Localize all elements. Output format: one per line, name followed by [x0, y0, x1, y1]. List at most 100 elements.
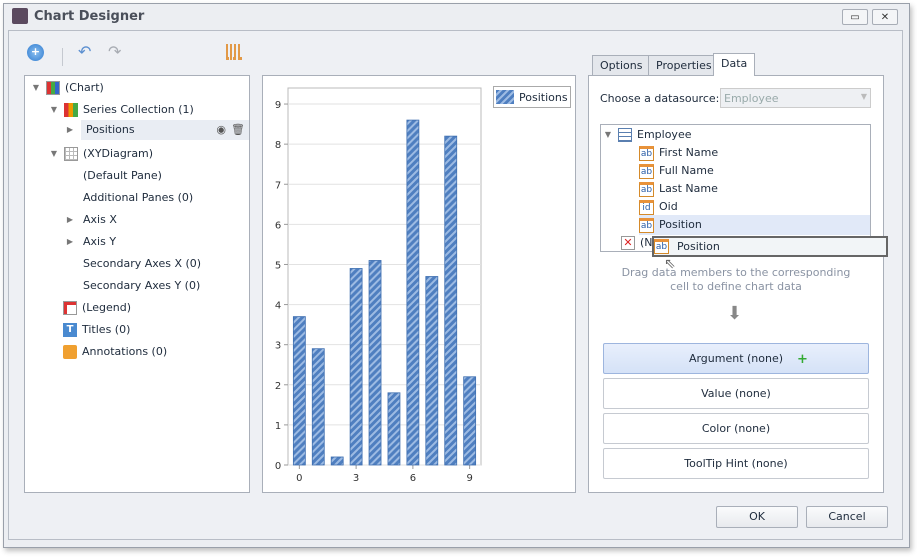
collapse-arrow-icon[interactable]: ▶ — [65, 232, 75, 252]
tree-item-series-positions[interactable]: ▶ Positions ◉ 🗑 — [67, 120, 249, 140]
app-logo-icon — [12, 8, 28, 24]
tree-item-additional-panes[interactable]: Additional Panes (0) — [83, 188, 193, 208]
y-tick-label: 0 — [275, 461, 281, 472]
y-tick-label: 8 — [275, 140, 281, 151]
bar — [311, 348, 325, 466]
tree-item-annotations[interactable]: Annotations (0) — [63, 342, 167, 362]
tree-item-legend[interactable]: (Legend) — [63, 298, 131, 318]
series-collection-icon — [64, 103, 78, 117]
field-first-name[interactable]: ab First Name — [639, 143, 718, 163]
bar — [349, 268, 363, 466]
tree-item-xydiagram[interactable]: ▼ (XYDiagram) — [49, 144, 153, 164]
tree-item-employee[interactable]: ▼ Employee — [603, 125, 691, 145]
y-tick-label: 9 — [275, 100, 281, 111]
string-field-icon: ab — [639, 145, 654, 161]
y-tick-label: 6 — [275, 220, 281, 231]
legend-label: Positions — [519, 90, 568, 104]
window-title: Chart Designer — [34, 8, 145, 24]
close-button[interactable]: ✕ — [872, 9, 898, 25]
mouse-cursor-icon: ⇖ — [664, 256, 676, 272]
expand-arrow-icon[interactable]: ▼ — [49, 100, 59, 120]
argument-cell[interactable]: Argument (none) — [603, 343, 869, 374]
visibility-eye-icon[interactable]: ◉ — [216, 120, 226, 140]
tree-item-secondary-axes-y[interactable]: Secondary Axes Y (0) — [83, 276, 200, 296]
tree-item-series-collection[interactable]: ▼ Series Collection (1) — [49, 100, 194, 120]
tree-item-chart[interactable]: ▼ (Chart) — [31, 78, 104, 98]
chart-legend: Positions — [493, 86, 571, 108]
table-icon — [618, 128, 632, 142]
bar — [425, 276, 439, 466]
legend-icon — [63, 301, 77, 315]
id-field-icon: id — [639, 199, 654, 215]
tree-item-secondary-axes-x[interactable]: Secondary Axes X (0) — [83, 254, 201, 274]
titles-icon: T — [63, 323, 77, 337]
add-icon[interactable]: + — [27, 44, 44, 61]
chart-elements-tree: ▼ (Chart) ▼ Series Collection (1) ▶ Positio… — [24, 75, 250, 493]
datasource-combobox[interactable]: Employee ▼ — [720, 88, 871, 108]
value-cell[interactable]: Value (none) — [603, 378, 869, 409]
string-field-icon: ab — [639, 181, 654, 197]
bar — [444, 135, 458, 466]
tooltip-hint-cell[interactable]: ToolTip Hint (none) — [603, 448, 869, 479]
minimize-button[interactable]: ▭ — [842, 9, 868, 25]
field-full-name[interactable]: ab Full Name — [639, 161, 714, 181]
field-position[interactable]: ab Position — [639, 215, 870, 235]
expand-arrow-icon[interactable]: ▼ — [49, 144, 59, 164]
legend-swatch — [496, 90, 514, 104]
x-tick-label: 3 — [353, 473, 359, 484]
y-tick-label: 3 — [275, 341, 281, 352]
chart-preview: 0 1 2 3 4 5 6 7 8 9 0 3 6 9 Positions — [262, 75, 576, 493]
bar — [292, 316, 306, 466]
tree-item-axis-x[interactable]: ▶ Axis X — [65, 210, 117, 230]
bar — [330, 456, 344, 466]
y-tick-label: 5 — [275, 260, 281, 271]
chart-icon — [46, 81, 60, 95]
datasource-label: Choose a datasource: — [600, 92, 720, 105]
drag-hint: Drag data members to the corresponding c… — [621, 266, 851, 293]
x-tick-label: 0 — [296, 473, 302, 484]
title-bar: Chart Designer — [12, 8, 144, 24]
bar-chart: 0 1 2 3 4 5 6 7 8 9 0 3 6 9 — [275, 87, 482, 484]
tab-options[interactable]: Options — [592, 55, 651, 76]
color-cell[interactable]: Color (none) — [603, 413, 869, 444]
y-tick-label: 4 — [275, 301, 281, 312]
dropdown-arrow-icon[interactable]: ▼ — [861, 92, 867, 104]
expand-arrow-icon[interactable]: ▼ — [31, 78, 41, 98]
tab-properties[interactable]: Properties — [648, 55, 720, 76]
bar — [463, 376, 477, 466]
chart-type-icon[interactable] — [226, 44, 242, 60]
y-tick-label: 7 — [275, 180, 281, 191]
x-tick-label: 9 — [466, 473, 472, 484]
tree-item-titles[interactable]: T Titles (0) — [63, 320, 130, 340]
bar — [406, 119, 420, 466]
undo-icon[interactable]: ↶ — [78, 42, 91, 61]
tab-data[interactable]: Data — [713, 53, 756, 76]
bar — [387, 392, 401, 466]
cancel-button[interactable]: Cancel — [806, 506, 888, 528]
x-tick-label: 6 — [410, 473, 416, 484]
expand-arrow-icon[interactable]: ▼ — [603, 125, 613, 145]
datasource-tree: ▼ Employee ab First Name ab Full Name ab Las… — [600, 124, 871, 252]
string-field-icon: ab — [639, 217, 654, 233]
drop-plus-cursor-icon: + — [797, 352, 808, 367]
ok-button[interactable]: OK — [716, 506, 798, 528]
down-arrow-icon: ⬇ — [727, 303, 743, 324]
toolbar-separator — [62, 48, 63, 66]
collapse-arrow-icon[interactable]: ▶ — [65, 120, 75, 140]
field-last-name[interactable]: ab Last Name — [639, 179, 718, 199]
drag-preview: ab Position — [652, 236, 888, 257]
tree-item-none[interactable]: ✕ (N — [621, 233, 653, 253]
redo-icon[interactable]: ↷ — [108, 42, 121, 61]
field-oid[interactable]: id Oid — [639, 197, 678, 217]
string-field-icon: ab — [639, 163, 654, 179]
diagram-grid-icon — [64, 147, 78, 161]
tree-item-axis-y[interactable]: ▶ Axis Y — [65, 232, 116, 252]
collapse-arrow-icon[interactable]: ▶ — [65, 210, 75, 230]
y-tick-label: 1 — [275, 421, 281, 432]
y-tick-label: 2 — [275, 381, 281, 392]
none-x-icon: ✕ — [621, 236, 635, 250]
delete-trash-icon[interactable]: 🗑 — [231, 120, 245, 140]
string-field-icon: ab — [654, 239, 669, 254]
tree-item-default-pane[interactable]: (Default Pane) — [83, 166, 162, 186]
bar — [368, 260, 382, 466]
